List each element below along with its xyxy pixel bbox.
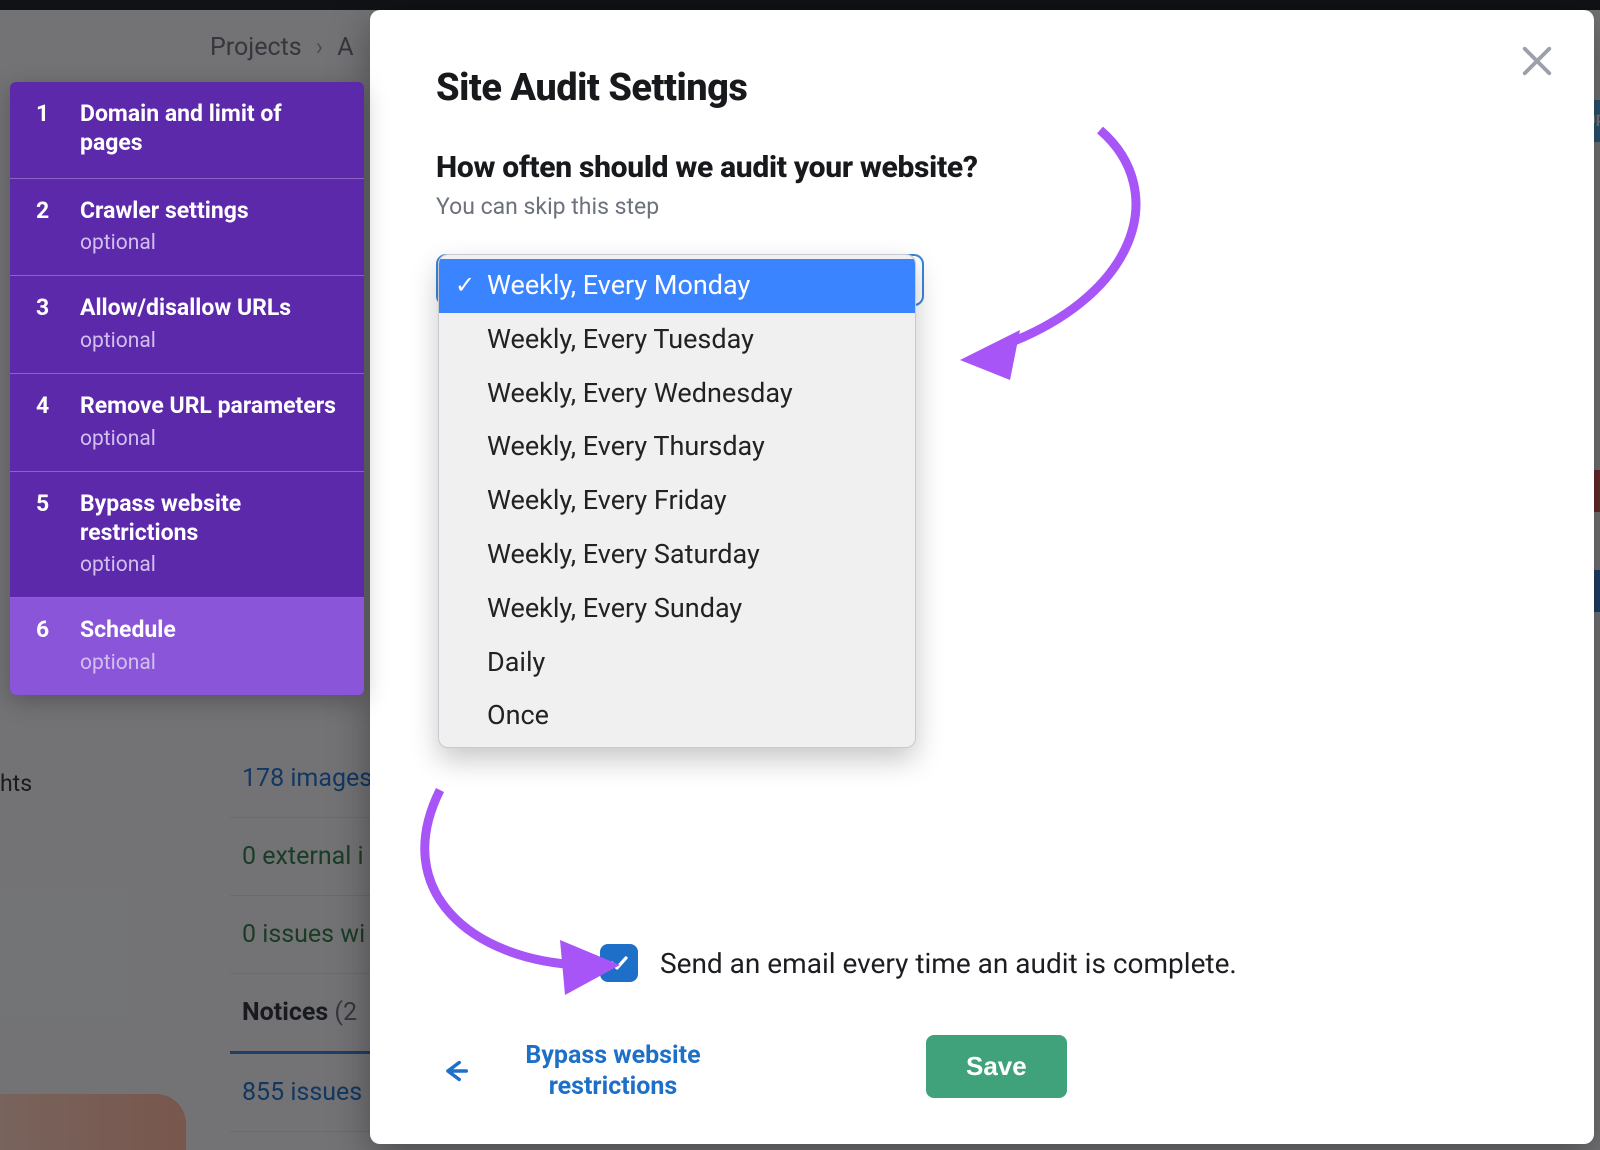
step-number: 5: [36, 490, 54, 578]
breadcrumb-current: A: [337, 33, 353, 62]
step-title: Remove URL parameters: [80, 392, 336, 421]
step-allow-disallow-urls[interactable]: 3 Allow/disallow URLs optional: [10, 276, 364, 374]
step-subtitle: optional: [80, 651, 176, 675]
dropdown-option[interactable]: Weekly, Every Wednesday: [439, 367, 915, 421]
dropdown-option[interactable]: Once: [439, 689, 915, 743]
check-icon: [607, 951, 631, 975]
step-subtitle: optional: [80, 427, 336, 451]
step-bypass-restrictions[interactable]: 5 Bypass website restrictions optional: [10, 472, 364, 599]
step-subtitle: optional: [80, 231, 249, 255]
step-crawler-settings[interactable]: 2 Crawler settings optional: [10, 179, 364, 277]
step-schedule[interactable]: 6 Schedule optional: [10, 598, 364, 695]
dropdown-menu: Weekly, Every Monday Weekly, Every Tuesd…: [438, 254, 916, 748]
schedule-dropdown[interactable]: ▾ Weekly, Every Monday Weekly, Every Tue…: [436, 254, 926, 306]
breadcrumb: Projects › A: [210, 33, 354, 62]
step-title: Allow/disallow URLs: [80, 294, 291, 323]
notices-count: (2: [334, 998, 357, 1027]
step-title: Bypass website restrictions: [80, 490, 338, 548]
breadcrumb-root[interactable]: Projects: [210, 33, 302, 62]
promo-pill: [0, 1094, 186, 1150]
sidebar-text-fragment: hts: [0, 770, 40, 797]
back-link[interactable]: Bypass website restrictions: [498, 1040, 728, 1103]
step-number: 6: [36, 616, 54, 675]
step-number: 4: [36, 392, 54, 451]
email-notify-checkbox[interactable]: [600, 944, 638, 982]
dropdown-option[interactable]: Weekly, Every Saturday: [439, 528, 915, 582]
modal-note: You can skip this step: [436, 193, 1528, 220]
dropdown-option[interactable]: Weekly, Every Thursday: [439, 420, 915, 474]
step-number: 3: [36, 294, 54, 353]
wizard-steps-panel: 1 Domain and limit of pages 2 Crawler se…: [10, 82, 364, 695]
site-audit-settings-modal: Site Audit Settings How often should we …: [370, 10, 1594, 1144]
dropdown-option[interactable]: Weekly, Every Friday: [439, 474, 915, 528]
dropdown-option[interactable]: Weekly, Every Monday: [439, 259, 915, 313]
email-notify-label: Send an email every time an audit is com…: [660, 947, 1237, 980]
modal-title: Site Audit Settings: [436, 66, 1528, 110]
step-title: Domain and limit of pages: [80, 100, 338, 158]
step-subtitle: optional: [80, 329, 291, 353]
step-title: Schedule: [80, 616, 176, 645]
modal-subtitle: How often should we audit your website?: [436, 150, 1528, 185]
save-button[interactable]: Save: [926, 1035, 1067, 1098]
step-title: Crawler settings: [80, 197, 249, 226]
dropdown-option[interactable]: Weekly, Every Tuesday: [439, 313, 915, 367]
app-topbar: [0, 0, 1600, 10]
dropdown-option[interactable]: Daily: [439, 636, 915, 690]
email-notify-row: Send an email every time an audit is com…: [600, 944, 1237, 982]
modal-footer: Bypass website restrictions: [438, 1040, 728, 1103]
step-remove-url-params[interactable]: 4 Remove URL parameters optional: [10, 374, 364, 472]
step-number: 2: [36, 197, 54, 256]
notices-label: Notices: [242, 998, 328, 1027]
arrow-left-icon: [438, 1054, 472, 1088]
chevron-right-icon: ›: [316, 33, 324, 62]
dropdown-option[interactable]: Weekly, Every Sunday: [439, 582, 915, 636]
step-domain-limit[interactable]: 1 Domain and limit of pages: [10, 82, 364, 179]
step-subtitle: optional: [80, 553, 338, 577]
step-number: 1: [36, 100, 54, 158]
back-button[interactable]: [438, 1054, 472, 1088]
